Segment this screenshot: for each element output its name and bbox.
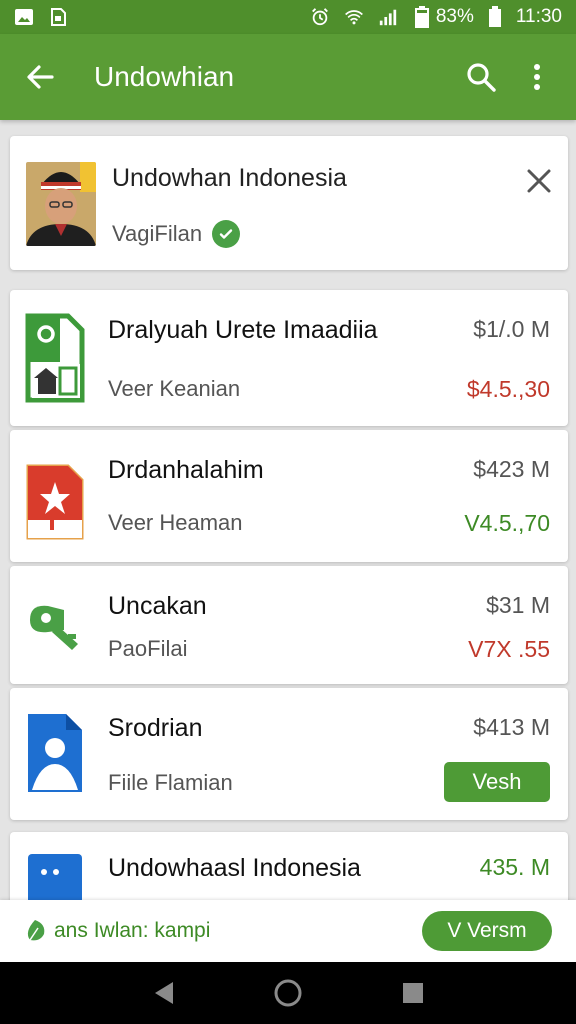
profile-subtitle: VagiFilan (112, 220, 241, 248)
list-item[interactable]: Srodrian Fiile Flamian $413 M Vesh (10, 688, 568, 820)
close-icon[interactable] (524, 166, 554, 196)
item-subtitle: PaoFilai (108, 636, 188, 661)
chat-icon (24, 854, 86, 904)
spreadsheet-icon (24, 312, 86, 404)
item-price: $1/.0 M (473, 316, 550, 342)
item-title: Drdanhalahim (108, 456, 264, 484)
wifi-icon (344, 7, 364, 27)
app-title: Undowhian (94, 61, 235, 92)
item-title: Uncakan (108, 592, 207, 620)
app-bar: Undowhian (0, 34, 576, 120)
profile-card[interactable]: Undowhan Indonesia VagiFilan (10, 136, 568, 270)
profile-name: Undowhan Indonesia (112, 164, 347, 192)
clock: 11:30 (515, 6, 562, 27)
item-subtitle: Veer Heaman (108, 510, 243, 535)
avatar (26, 162, 96, 246)
banner-button[interactable]: V Versm (422, 911, 552, 951)
leaf-icon (22, 918, 48, 944)
more-vert-icon[interactable] (514, 54, 560, 100)
search-icon[interactable] (458, 54, 504, 100)
view-button[interactable]: Vesh (444, 762, 550, 802)
home-circle-icon[interactable] (268, 973, 308, 1013)
item-subtitle: Fiile Flamian (108, 770, 233, 795)
list-item[interactable]: Uncakan PaoFilai $31 M V7X .55 (10, 566, 568, 684)
check-circle-icon (212, 220, 241, 248)
item-change: $4.5.,30 (466, 376, 550, 402)
item-title: Srodrian (108, 714, 203, 742)
contact-document-icon (24, 712, 86, 794)
item-price: $31 M (486, 592, 550, 618)
list-item[interactable]: Dralyuah Urete Imaadiia Veer Keanian $1/… (10, 290, 568, 426)
image-icon (14, 7, 34, 27)
list-item[interactable]: Drdanhalahim Veer Heaman $423 M V4.5.,70 (10, 430, 568, 562)
item-title: Undowhaasl Indonesia (108, 854, 361, 882)
system-nav-bar (0, 962, 576, 1024)
item-change: V7X .55 (468, 636, 550, 662)
back-triangle-icon[interactable] (143, 973, 183, 1013)
recents-square-icon[interactable] (393, 973, 433, 1013)
bottom-banner: ans Iwlan: kampi V Versm (0, 900, 576, 962)
item-change: V4.5.,70 (464, 510, 550, 536)
key-icon (24, 586, 86, 656)
back-arrow-icon[interactable] (20, 57, 60, 97)
profile-subtitle-text: VagiFilan (112, 221, 203, 246)
status-bar: 83% 11:30 (0, 0, 576, 34)
item-subtitle: Veer Keanian (108, 376, 241, 401)
item-price: 435. M (479, 854, 550, 880)
battery-icon (488, 6, 502, 27)
battery-icon (412, 6, 432, 28)
item-price: $413 M (473, 714, 550, 740)
pdf-document-icon (24, 452, 86, 544)
sd-card-icon (48, 7, 68, 27)
banner-text: ans Iwlan: kampi (54, 919, 211, 942)
item-title: Dralyuah Urete Imaadiia (108, 316, 378, 344)
alarm-icon (310, 7, 330, 27)
item-price: $423 M (473, 456, 550, 482)
battery-percent: 83% (435, 6, 474, 27)
signal-icon (378, 7, 398, 27)
